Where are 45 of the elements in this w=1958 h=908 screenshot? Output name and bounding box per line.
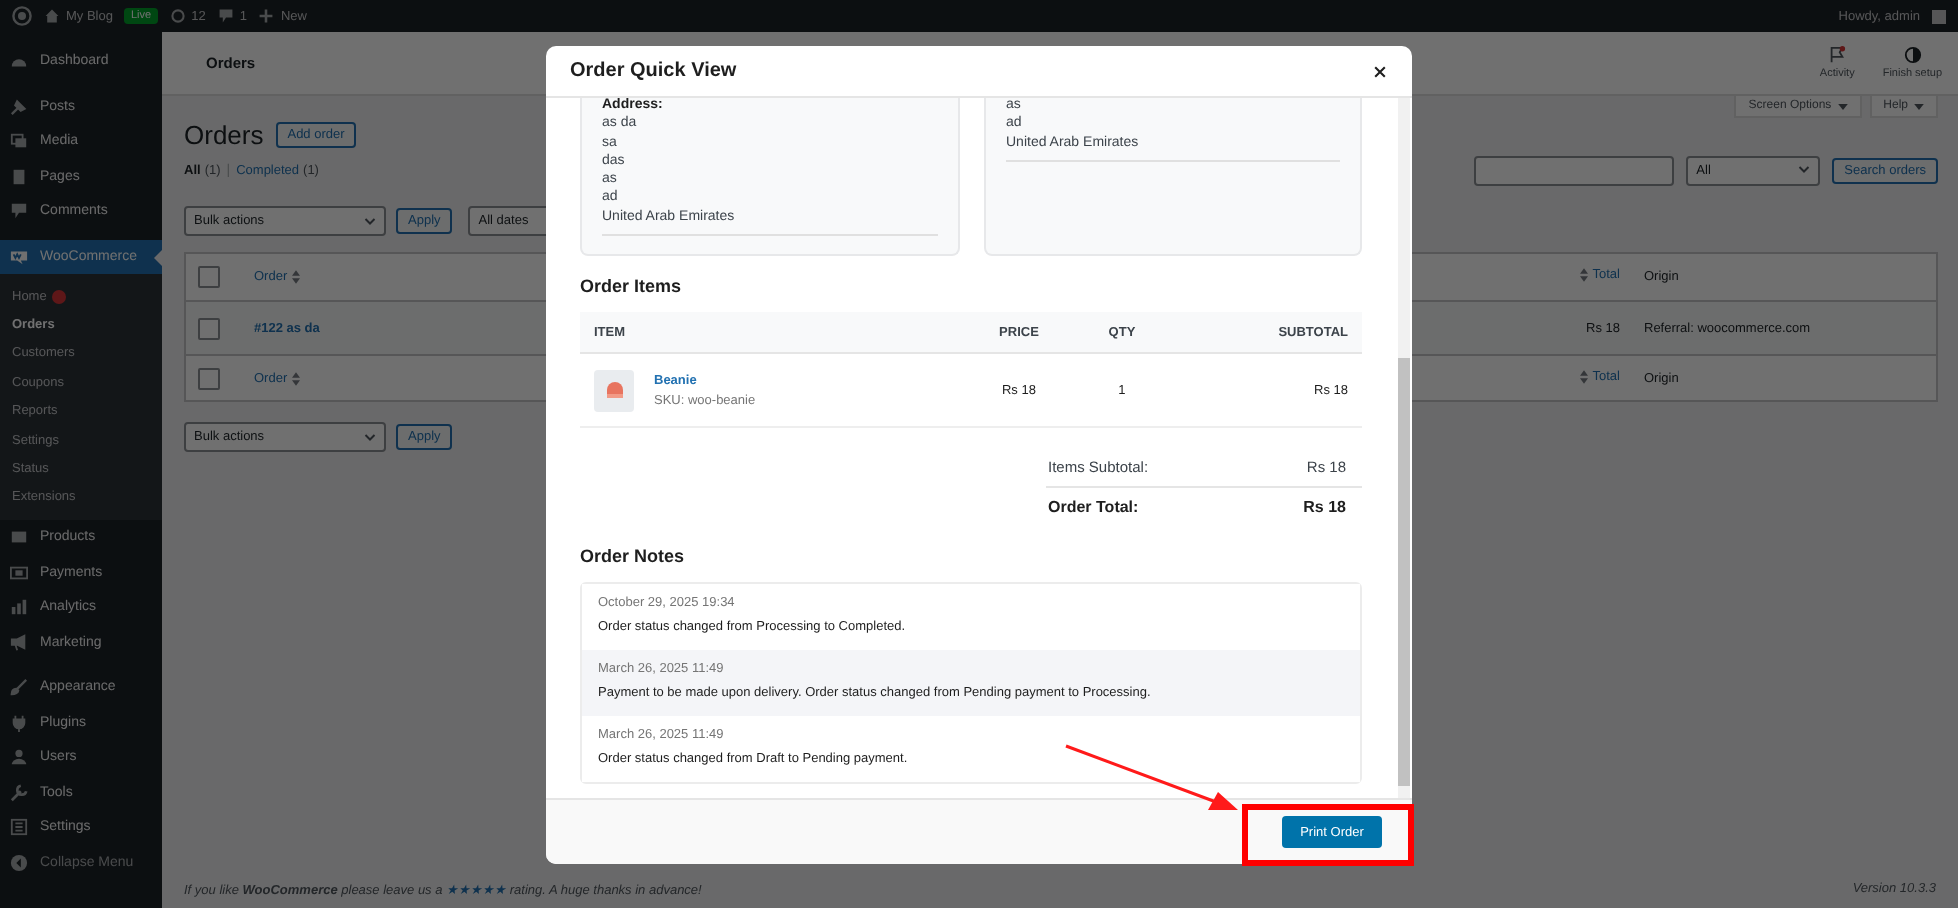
section-heading: Order Items [580,276,684,297]
bar-chart-icon [10,598,28,617]
pin-icon [10,97,28,116]
search-field[interactable] [1474,155,1675,185]
checkbox[interactable] [198,266,220,288]
total-value: Rs 18 [1303,498,1346,517]
refresh-icon [169,8,186,24]
plug-icon [10,713,28,732]
page-heading: Orders [184,120,264,150]
plus-icon [258,8,275,24]
close-icon[interactable] [1372,63,1388,79]
chevron-down-icon [364,217,376,225]
dialog-title: Order Quick View [570,60,737,82]
checkbox[interactable] [198,367,220,389]
flag-icon [1828,46,1847,64]
caret-icon [1914,103,1924,109]
chevron-down-icon [1798,166,1811,174]
settings-icon [10,818,28,837]
logo-icon [10,247,28,266]
collapse-icon [10,853,28,872]
brush-icon [10,678,28,697]
photos-icon [10,132,28,151]
scrollbar[interactable] [1398,98,1410,798]
sort-icon [291,270,300,284]
total-label: Order Total: [1048,498,1139,517]
logo-icon[interactable] [12,6,32,26]
checkbox[interactable] [198,317,220,339]
sort-icon [1580,369,1589,383]
card-icon [10,563,28,582]
beanie-icon [605,380,623,401]
megaphone-icon [10,633,28,652]
caret-icon [1837,103,1848,109]
home-icon [44,8,60,24]
user-icon [10,748,28,767]
box-icon [10,528,28,547]
contrast-icon [1903,46,1922,64]
sort-icon [291,371,300,385]
speech-bubble-icon [10,202,28,221]
wrench-icon [10,783,28,802]
avatar[interactable] [1932,9,1946,23]
comment-icon [217,8,234,24]
chevron-down-icon [364,433,376,441]
section-heading: Order Notes [580,546,687,567]
sort-icon [1580,268,1589,282]
page-icon [10,167,28,186]
